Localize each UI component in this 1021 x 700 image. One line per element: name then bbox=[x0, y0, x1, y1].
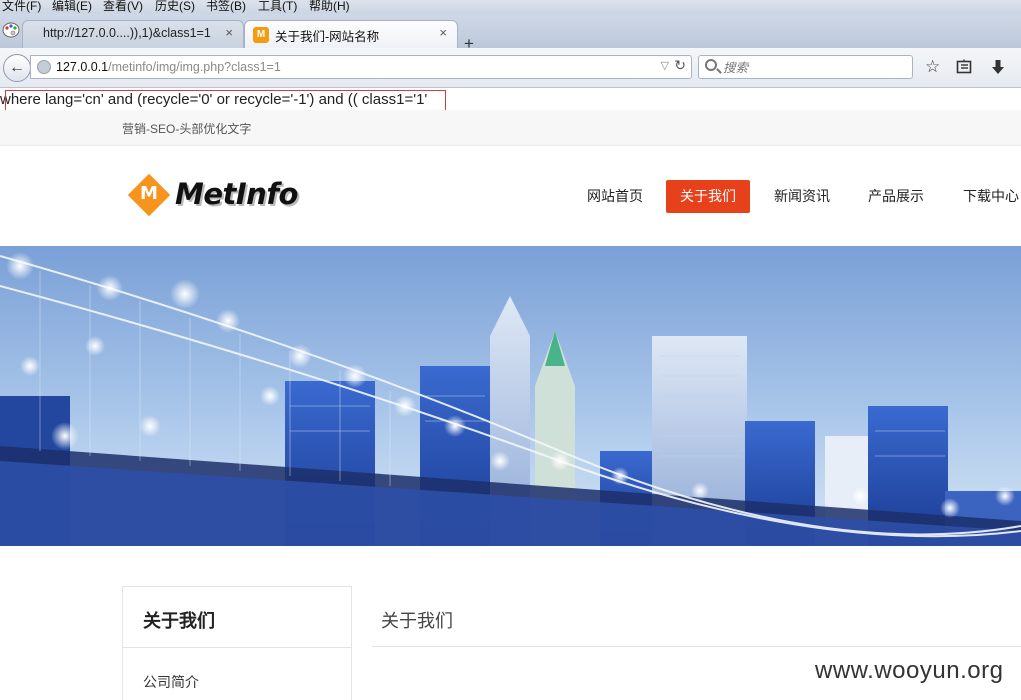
palette-icon[interactable] bbox=[2, 21, 20, 39]
tab-injected-url[interactable]: http://127.0.0....)),1)&class1=1 × bbox=[22, 20, 244, 48]
tab-title: http://127.0.0....)),1)&class1=1 bbox=[43, 26, 211, 40]
city-bridge-banner bbox=[0, 246, 1021, 546]
section-divider bbox=[372, 646, 1021, 647]
dropdown-arrow-icon[interactable]: ▽ bbox=[661, 59, 669, 72]
reading-list-icon[interactable] bbox=[956, 59, 972, 75]
search-bar[interactable] bbox=[698, 55, 913, 79]
globe-icon bbox=[37, 60, 51, 74]
search-icon bbox=[705, 59, 717, 71]
wooyun-watermark: www.wooyun.org bbox=[815, 657, 1004, 684]
logo-wordmark: MetInfo bbox=[175, 177, 298, 211]
sidebar-item-company-profile[interactable]: 公司简介 bbox=[123, 648, 351, 692]
nav-products[interactable]: 产品展示 bbox=[854, 180, 938, 213]
nav-home[interactable]: 网站首页 bbox=[573, 180, 657, 213]
seo-slogan: 营销-SEO-头部优化文字 bbox=[122, 122, 252, 136]
metinfo-favicon-icon: M bbox=[253, 27, 269, 43]
search-input[interactable] bbox=[723, 59, 903, 76]
navigation-toolbar: ← 127.0.0.1/metinfo/img/img.php?class1=1… bbox=[0, 48, 1021, 88]
menu-tools[interactable]: 工具(T) bbox=[258, 0, 297, 14]
menu-history[interactable]: 历史(S) bbox=[155, 0, 195, 14]
metinfo-logo[interactable]: M MetInfo bbox=[127, 173, 300, 218]
menu-bookmarks[interactable]: 书签(B) bbox=[206, 0, 246, 14]
download-arrow-icon[interactable] bbox=[990, 59, 1006, 75]
menu-file[interactable]: 文件(F) bbox=[2, 0, 41, 14]
page-content: 关于我们 公司简介 关于我们 www.wooyun.org bbox=[0, 546, 1021, 700]
section-title: 关于我们 bbox=[381, 611, 453, 631]
menu-help[interactable]: 帮助(H) bbox=[309, 0, 350, 14]
site-top-bar: 营销-SEO-头部优化文字 bbox=[0, 110, 1021, 146]
tab-close-icon[interactable]: × bbox=[439, 25, 447, 40]
menu-view[interactable]: 查看(V) bbox=[103, 0, 143, 14]
nav-downloads[interactable]: 下载中心 bbox=[949, 180, 1021, 213]
url-host: 127.0.0.1 bbox=[56, 60, 109, 74]
bookmark-star-icon[interactable]: ☆ bbox=[925, 57, 940, 77]
url-text: 127.0.0.1/metinfo/img/img.php?class1=1 bbox=[56, 60, 281, 74]
nav-news[interactable]: 新闻资讯 bbox=[760, 180, 844, 213]
address-bar[interactable]: 127.0.0.1/metinfo/img/img.php?class1=1 ▽… bbox=[30, 55, 692, 79]
tab-strip: http://127.0.0....)),1)&class1=1 × M 关于我… bbox=[0, 14, 1021, 53]
logo-mark: M bbox=[140, 183, 158, 204]
back-button[interactable]: ← bbox=[3, 54, 31, 82]
tab-about-us[interactable]: M 关于我们-网站名称 × bbox=[244, 20, 458, 48]
url-path: /metinfo/img/img.php?class1=1 bbox=[108, 60, 281, 74]
menu-bar: 文件(F) 编辑(E) 查看(V) 历史(S) 书签(B) 工具(T) 帮助(H… bbox=[0, 0, 1021, 14]
menu-edit[interactable]: 编辑(E) bbox=[52, 0, 92, 14]
nav-about-us[interactable]: 关于我们 bbox=[666, 180, 750, 213]
reload-icon[interactable]: ↻ bbox=[674, 57, 686, 74]
tab-close-icon[interactable]: × bbox=[225, 25, 233, 40]
tab-title: 关于我们-网站名称 bbox=[275, 30, 380, 44]
sidebar-menu: 关于我们 公司简介 bbox=[122, 586, 352, 700]
site-header: M MetInfo 网站首页 关于我们 新闻资讯 产品展示 下载中心 bbox=[0, 146, 1021, 246]
sidebar-title: 关于我们 bbox=[123, 587, 351, 648]
arrow-left-icon: ← bbox=[9, 59, 25, 76]
